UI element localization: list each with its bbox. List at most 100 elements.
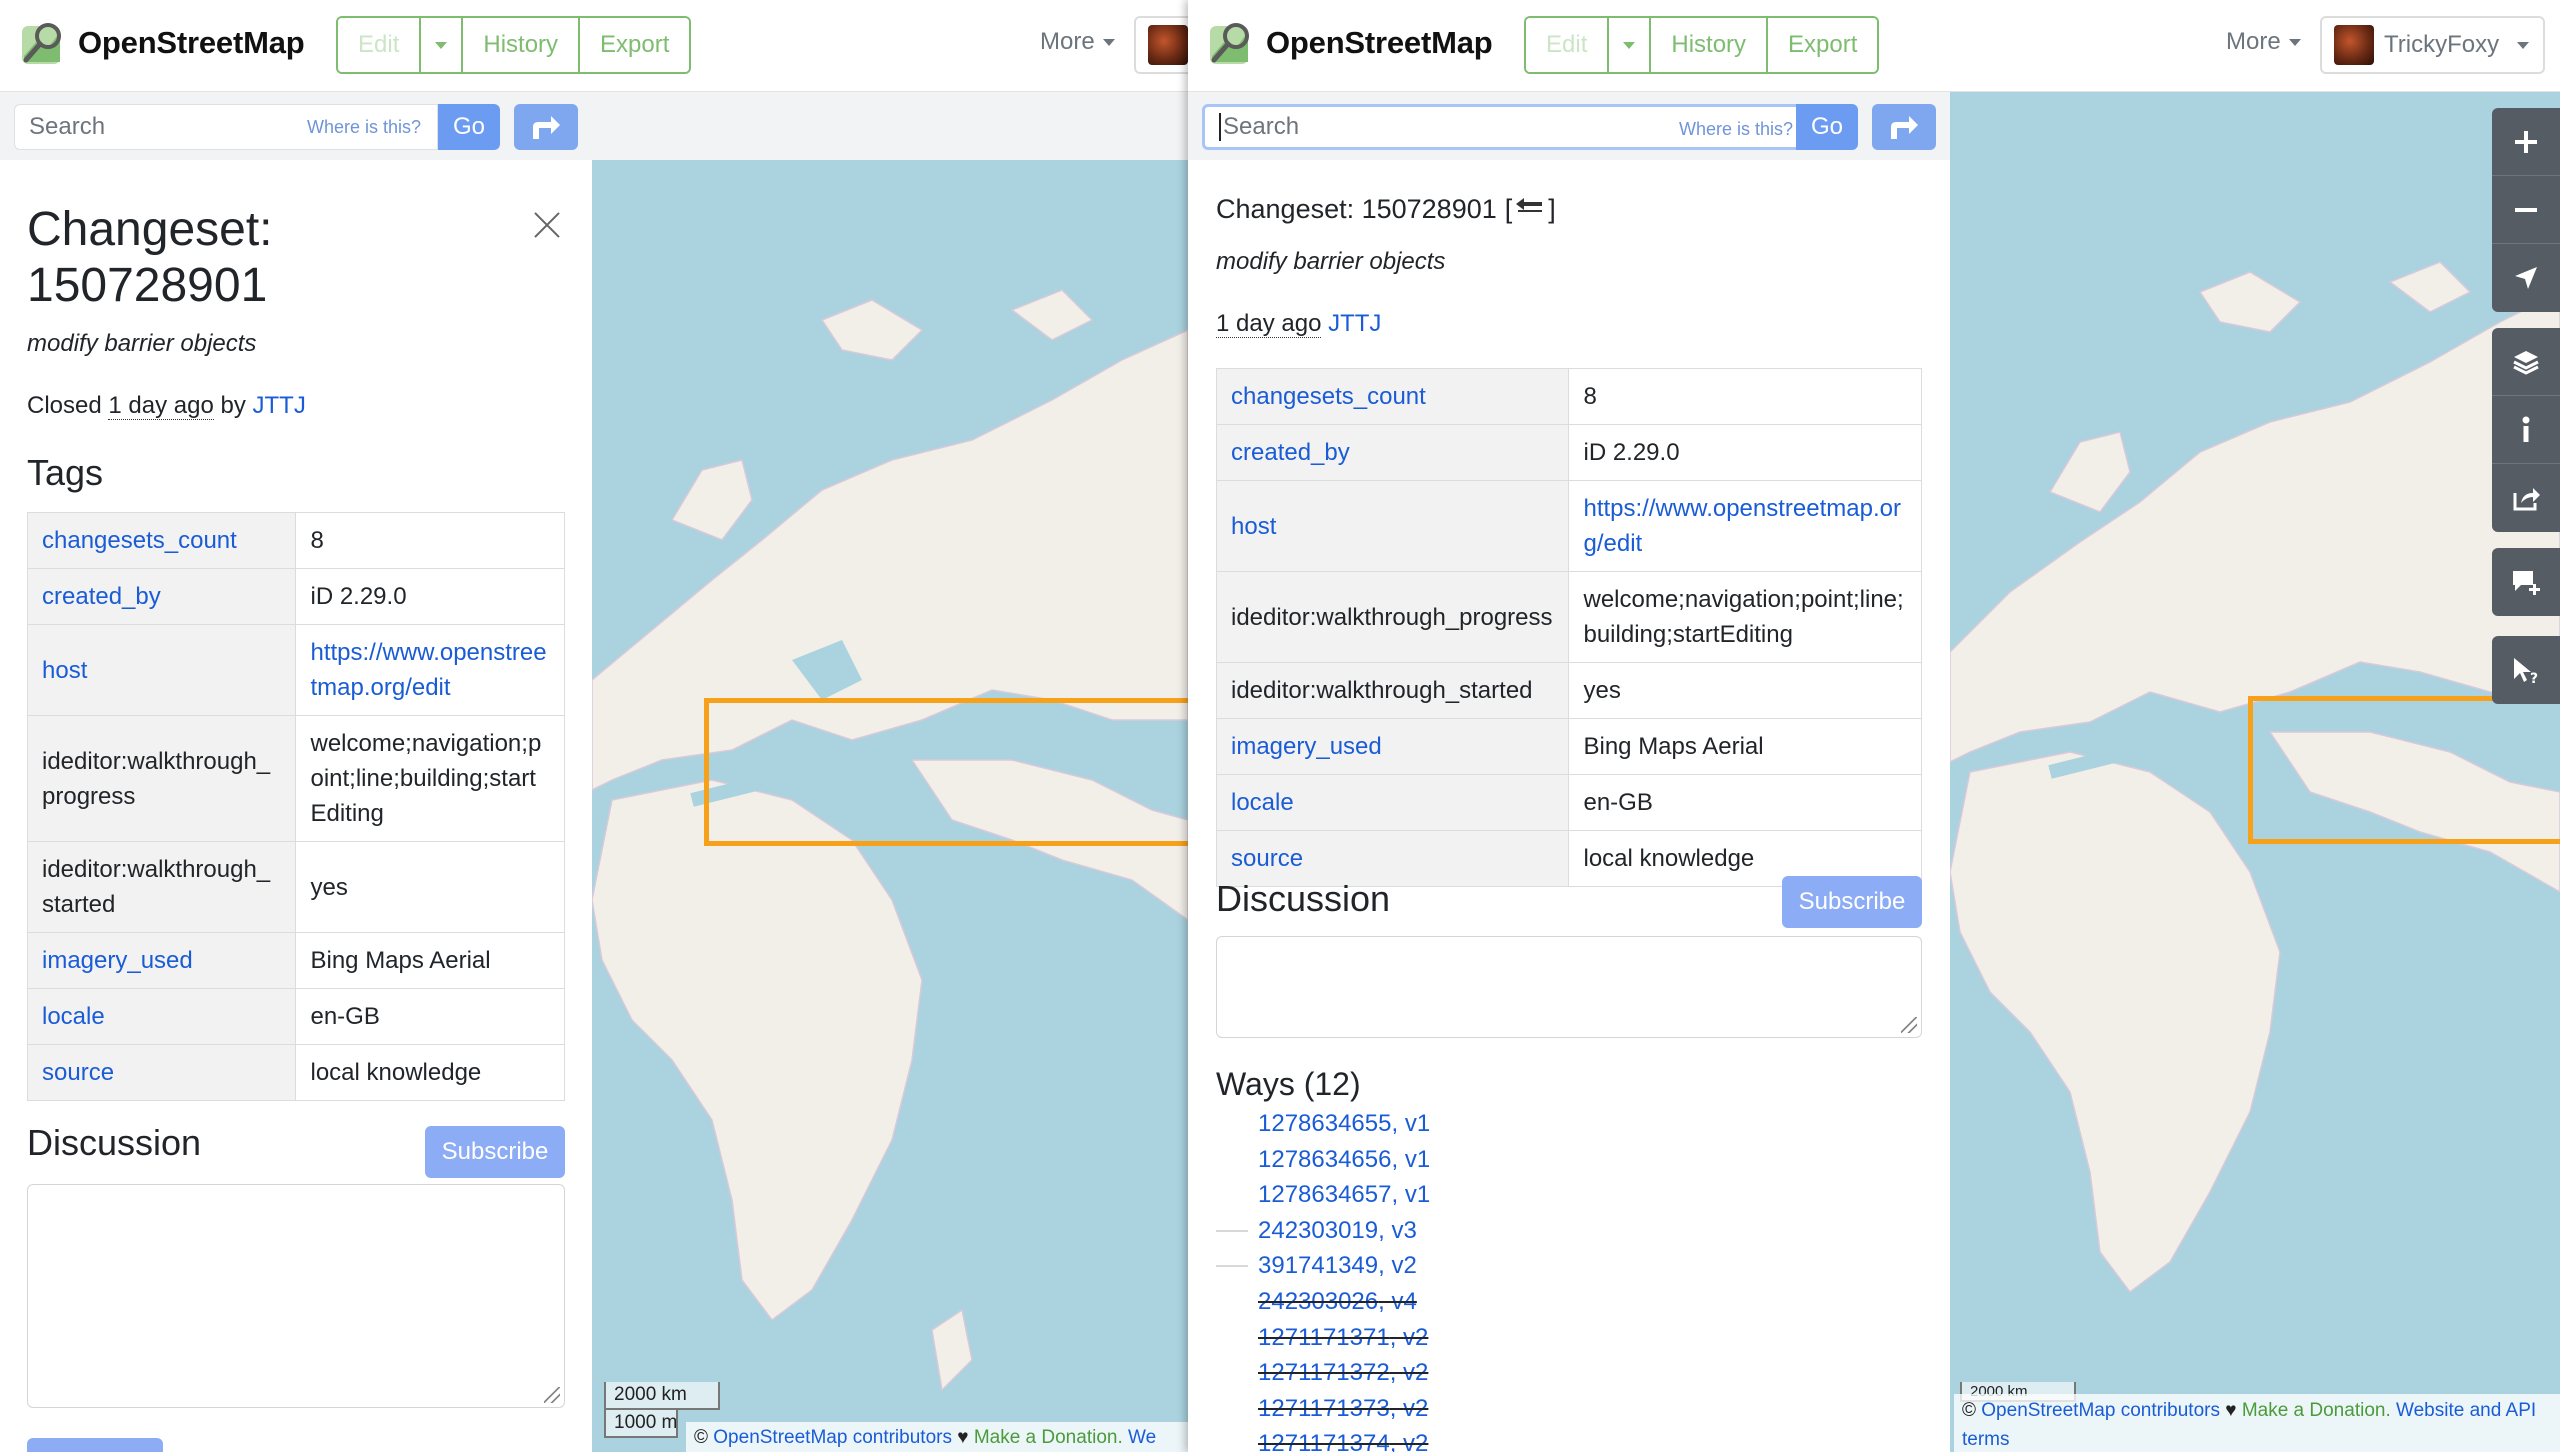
subscribe-button[interactable]: Subscribe: [425, 1126, 565, 1178]
directions-button[interactable]: [514, 104, 578, 150]
tag-key[interactable]: host: [1215, 480, 1570, 572]
tag-key[interactable]: imagery_used: [1215, 718, 1570, 775]
tag-key[interactable]: changesets_count: [26, 512, 297, 569]
locate-button[interactable]: [2492, 244, 2560, 312]
directions-button[interactable]: [1872, 104, 1936, 150]
way-id-link[interactable]: 1271171373: [1258, 1391, 1390, 1427]
tag-key-text[interactable]: changesets_count: [42, 527, 237, 554]
user-link[interactable]: JTTJ: [1328, 310, 1381, 337]
go-button[interactable]: Go: [438, 104, 500, 150]
edit-button[interactable]: Edit: [1526, 18, 1610, 72]
tag-key[interactable]: created_by: [26, 568, 297, 625]
comment-textarea[interactable]: [27, 1184, 565, 1408]
attribution-trail[interactable]: We: [1128, 1427, 1156, 1448]
left-map[interactable]: 2000 km 1000 mi © OpenStreetMap contribu…: [592, 160, 1188, 1452]
way-version-link[interactable]: v2: [1391, 1248, 1416, 1284]
tag-key[interactable]: source: [26, 1044, 297, 1101]
way-id-link[interactable]: 391741349: [1258, 1248, 1378, 1284]
where-is-this-link[interactable]: Where is this?: [307, 117, 421, 138]
way-id-link[interactable]: 1271171371: [1258, 1320, 1390, 1356]
where-is-this-link[interactable]: Where is this?: [1679, 119, 1793, 140]
way-id-link[interactable]: 1278634655: [1258, 1106, 1391, 1142]
separator: ,: [1378, 1287, 1392, 1315]
more-menu[interactable]: More: [2226, 28, 2301, 56]
left-logo[interactable]: OpenStreetMap: [18, 18, 305, 68]
history-button[interactable]: History: [1651, 18, 1769, 72]
user-link[interactable]: JTTJ: [253, 392, 306, 419]
comment-textarea[interactable]: [1216, 936, 1922, 1038]
subscribe-button[interactable]: Subscribe: [1782, 876, 1922, 928]
tag-key-text[interactable]: source: [42, 1059, 114, 1086]
tag-key[interactable]: changesets_count: [1215, 368, 1570, 425]
way-version-link[interactable]: v2: [1403, 1391, 1428, 1427]
export-button[interactable]: Export: [580, 18, 690, 72]
tag-key-text[interactable]: locale: [1231, 789, 1294, 816]
layers-button[interactable]: [2492, 328, 2560, 396]
add-note-button[interactable]: [2492, 548, 2560, 616]
close-icon[interactable]: [532, 210, 562, 240]
tag-value-text[interactable]: https://www.openstreetmap.org/edit: [1583, 495, 1900, 557]
tag-key-text[interactable]: host: [1231, 513, 1276, 540]
tag-key[interactable]: imagery_used: [26, 932, 297, 989]
tag-key-text[interactable]: locale: [42, 1003, 105, 1030]
donate-link[interactable]: Make a Donation.: [974, 1427, 1123, 1448]
search-input[interactable]: Search Where is this?: [1202, 104, 1812, 150]
go-button[interactable]: Go: [1796, 104, 1858, 150]
zoom-out-button[interactable]: [2492, 176, 2560, 244]
copyright-symbol: ©: [694, 1427, 708, 1448]
edit-button[interactable]: Edit: [338, 18, 422, 72]
tag-row: changesets_count 8: [1215, 368, 1922, 425]
tag-key-text[interactable]: created_by: [42, 583, 161, 610]
user-menu-button[interactable]: TrickyFoxy: [2320, 16, 2546, 74]
way-id-link[interactable]: 1278634656: [1258, 1142, 1391, 1178]
way-id-link[interactable]: 242303019: [1258, 1213, 1378, 1249]
zoom-in-button[interactable]: [2492, 108, 2560, 176]
search-input[interactable]: Search Where is this?: [14, 104, 438, 150]
way-version-link[interactable]: v2: [1403, 1355, 1428, 1391]
tag-key[interactable]: locale: [26, 988, 297, 1045]
tag-key[interactable]: host: [26, 624, 297, 716]
tag-key-text[interactable]: imagery_used: [42, 947, 193, 974]
tag-key-text[interactable]: source: [1231, 845, 1303, 872]
more-menu[interactable]: More: [1040, 28, 1115, 56]
tag-value[interactable]: https://www.openstreetmap.org/edit: [295, 624, 565, 716]
tag-key-text[interactable]: imagery_used: [1231, 733, 1382, 760]
export-button[interactable]: Export: [1768, 18, 1878, 72]
tag-value-text[interactable]: https://www.openstreetmap.org/edit: [310, 639, 546, 701]
tag-key-text[interactable]: changesets_count: [1231, 383, 1426, 410]
comment-button-partial[interactable]: [27, 1438, 163, 1452]
map-key-button[interactable]: [2492, 396, 2560, 464]
way-version-link[interactable]: v2: [1403, 1320, 1428, 1356]
way-id-link[interactable]: 1278634657: [1258, 1177, 1391, 1213]
way-version-link[interactable]: v2: [1403, 1426, 1428, 1452]
resize-grip-icon[interactable]: [544, 1387, 560, 1403]
edit-dropdown-button[interactable]: [1609, 18, 1652, 72]
tag-key-text[interactable]: created_by: [1231, 439, 1350, 466]
share-button[interactable]: [2492, 464, 2560, 532]
tag-key[interactable]: locale: [1215, 774, 1570, 831]
tag-value[interactable]: https://www.openstreetmap.org/edit: [1568, 480, 1922, 572]
way-version-link[interactable]: v1: [1405, 1177, 1430, 1213]
tag-key-text[interactable]: host: [42, 657, 87, 684]
history-button[interactable]: History: [463, 18, 581, 72]
resize-grip-icon[interactable]: [1901, 1017, 1917, 1033]
edit-dropdown-button[interactable]: [421, 18, 464, 72]
back-link[interactable]: []: [1505, 194, 1556, 225]
way-id-link[interactable]: 1271171372: [1258, 1355, 1390, 1391]
way-version-link[interactable]: v1: [1405, 1106, 1430, 1142]
query-features-button[interactable]: ?: [2492, 636, 2560, 704]
way-id-link[interactable]: 1271171374: [1258, 1426, 1390, 1452]
contributors-link[interactable]: OpenStreetMap contributors: [713, 1427, 952, 1448]
way-version-link[interactable]: v3: [1391, 1213, 1416, 1249]
donate-link[interactable]: Make a Donation.: [2242, 1400, 2391, 1421]
osm-logo-icon: [22, 23, 61, 64]
way-version-link[interactable]: v4: [1391, 1284, 1416, 1320]
tags-table: changesets_count 8 created_by iD 2.29.0 host…: [26, 512, 565, 1101]
right-map[interactable]: 2000 km © OpenStreetMap contributors ♥ M…: [1950, 92, 2560, 1452]
user-menu-button[interactable]: [1134, 16, 1188, 74]
way-version-link[interactable]: v1: [1405, 1142, 1430, 1178]
right-logo[interactable]: OpenStreetMap: [1206, 18, 1493, 68]
way-id-link[interactable]: 242303026: [1258, 1284, 1378, 1320]
contributors-link[interactable]: OpenStreetMap contributors: [1981, 1400, 2220, 1421]
tag-key[interactable]: created_by: [1215, 424, 1570, 481]
